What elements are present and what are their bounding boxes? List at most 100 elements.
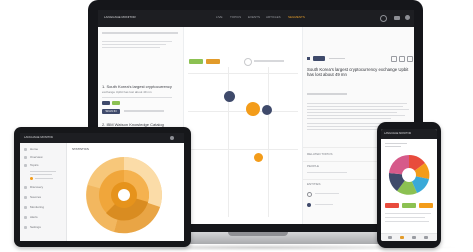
placeholder-line <box>385 146 401 147</box>
sidebar-item-label: Overview <box>30 155 43 159</box>
nav-live[interactable]: LIVE <box>216 16 223 20</box>
placeholder-line <box>315 204 333 205</box>
home-icon[interactable] <box>388 236 392 239</box>
panel-toolbar <box>102 32 178 34</box>
overview-icon <box>24 156 27 159</box>
filter-chip[interactable] <box>385 203 399 208</box>
section-entities: ENTITIES <box>307 183 321 186</box>
settings-icon[interactable] <box>244 58 252 66</box>
list-icon[interactable] <box>412 236 416 239</box>
section-people: PEOPLE <box>307 165 320 168</box>
bubble-chart-panel <box>184 27 301 224</box>
sunburst-center <box>118 189 130 201</box>
app-header: LANGUAGE MONITOR LIVE TOPICS EVENTS ARTI… <box>98 10 414 27</box>
app-logo: LANGUAGE MONITOR <box>104 16 136 19</box>
phone-header: LANGUAGE MONITOR <box>381 129 437 139</box>
placeholder-line <box>307 118 391 119</box>
nav-events[interactable]: EVENTS <box>248 16 260 20</box>
placeholder-line <box>102 44 166 45</box>
discovery-icon <box>24 186 27 189</box>
avatar <box>307 203 311 207</box>
grid-line <box>268 67 269 217</box>
close-icon[interactable] <box>407 56 413 62</box>
placeholder-line <box>102 97 172 98</box>
tablet-screen: LANGUAGE MONITOR Home Overview Topics Di… <box>20 133 184 241</box>
avatar[interactable] <box>170 136 174 140</box>
bubble-navy[interactable] <box>224 91 235 102</box>
share-icon[interactable] <box>399 56 405 62</box>
topics-icon <box>24 164 27 167</box>
placeholder-line <box>30 174 52 175</box>
chart-icon[interactable] <box>400 236 404 239</box>
list-item[interactable]: 1. South Korea's largest cryptocurrency <box>102 85 181 90</box>
placeholder-line <box>307 109 409 110</box>
tablet-header: LANGUAGE MONITOR <box>20 133 184 143</box>
sidebar-item-label: Settings <box>30 225 41 229</box>
page-title: STATISTICS <box>72 147 89 151</box>
gear-icon[interactable] <box>424 236 428 239</box>
radial-chart <box>388 154 430 195</box>
bubble-navy[interactable] <box>262 105 272 115</box>
tag-icon <box>112 101 120 105</box>
notification-icon[interactable] <box>394 16 400 20</box>
bullet-icon <box>307 57 310 60</box>
sources-icon <box>24 196 27 199</box>
placeholder-line <box>315 193 339 194</box>
placeholder-line <box>30 171 56 172</box>
grid-line <box>188 73 298 74</box>
alerts-icon <box>24 216 27 219</box>
placeholder-line <box>307 103 407 104</box>
grid-line <box>188 111 298 112</box>
placeholder-line <box>307 112 397 113</box>
placeholder-line <box>102 47 160 48</box>
search-icon[interactable] <box>307 192 312 197</box>
tablet-sidebar: Home Overview Topics Discovery Sources M… <box>20 143 67 241</box>
section-related-topics: RELATED TOPICS <box>307 153 333 156</box>
placeholder-line <box>124 110 164 112</box>
phone-screen: LANGUAGE MONITOR <box>381 129 437 241</box>
placeholder-line <box>307 172 347 173</box>
placeholder-line <box>307 115 405 116</box>
filter-chip[interactable] <box>206 59 220 64</box>
search-icon[interactable] <box>380 15 387 22</box>
filter-chip[interactable] <box>419 203 433 208</box>
sidebar-item-label: Home <box>30 147 39 151</box>
app-logo: LANGUAGE MONITOR <box>24 136 54 139</box>
nav-topics[interactable]: TOPICS <box>230 16 241 20</box>
avatar[interactable] <box>405 15 410 20</box>
sidebar-item-label: Sources <box>30 195 42 199</box>
bubble-orange[interactable] <box>254 153 263 162</box>
placeholder-line <box>329 58 345 59</box>
placeholder-line <box>385 213 431 214</box>
phone-tab-bar <box>381 233 437 241</box>
grid-line <box>188 149 298 150</box>
status-dot-icon <box>30 177 33 180</box>
nav-articles[interactable]: ARTICLES <box>266 16 281 20</box>
filter-chip[interactable] <box>189 59 203 64</box>
placeholder-line <box>254 60 284 62</box>
sidebar-item-label: Topics <box>30 163 39 167</box>
list-item-subtitle: exchange Upbit has lost about 49 mn <box>102 91 152 94</box>
bubble-orange[interactable] <box>246 102 260 116</box>
sidebar-item-label: Discovery <box>30 185 44 189</box>
placeholder-line <box>385 217 425 218</box>
chart-center <box>402 168 416 182</box>
filter-chip[interactable] <box>402 203 416 208</box>
placeholder-line <box>385 221 429 222</box>
placeholder-line <box>307 106 403 107</box>
placeholder-line <box>385 143 407 144</box>
status-badge <box>313 56 325 61</box>
gear-icon <box>24 226 27 229</box>
tag-icon <box>102 101 110 105</box>
bookmark-icon[interactable] <box>391 56 397 62</box>
sidebar-item-label: Monitoring <box>30 205 45 209</box>
home-icon <box>24 148 27 151</box>
sunburst-chart <box>86 157 162 234</box>
placeholder-line <box>307 93 347 95</box>
grid-line <box>228 67 229 217</box>
nav-segments[interactable]: SEGMENTS <box>288 16 305 20</box>
app-logo: LANGUAGE MONITOR <box>384 132 412 135</box>
article-headline: South Korea's largest cryptocurrency exc… <box>307 67 409 78</box>
sign-in-button[interactable]: SIGN IN <box>102 109 120 114</box>
placeholder-line <box>35 178 53 179</box>
